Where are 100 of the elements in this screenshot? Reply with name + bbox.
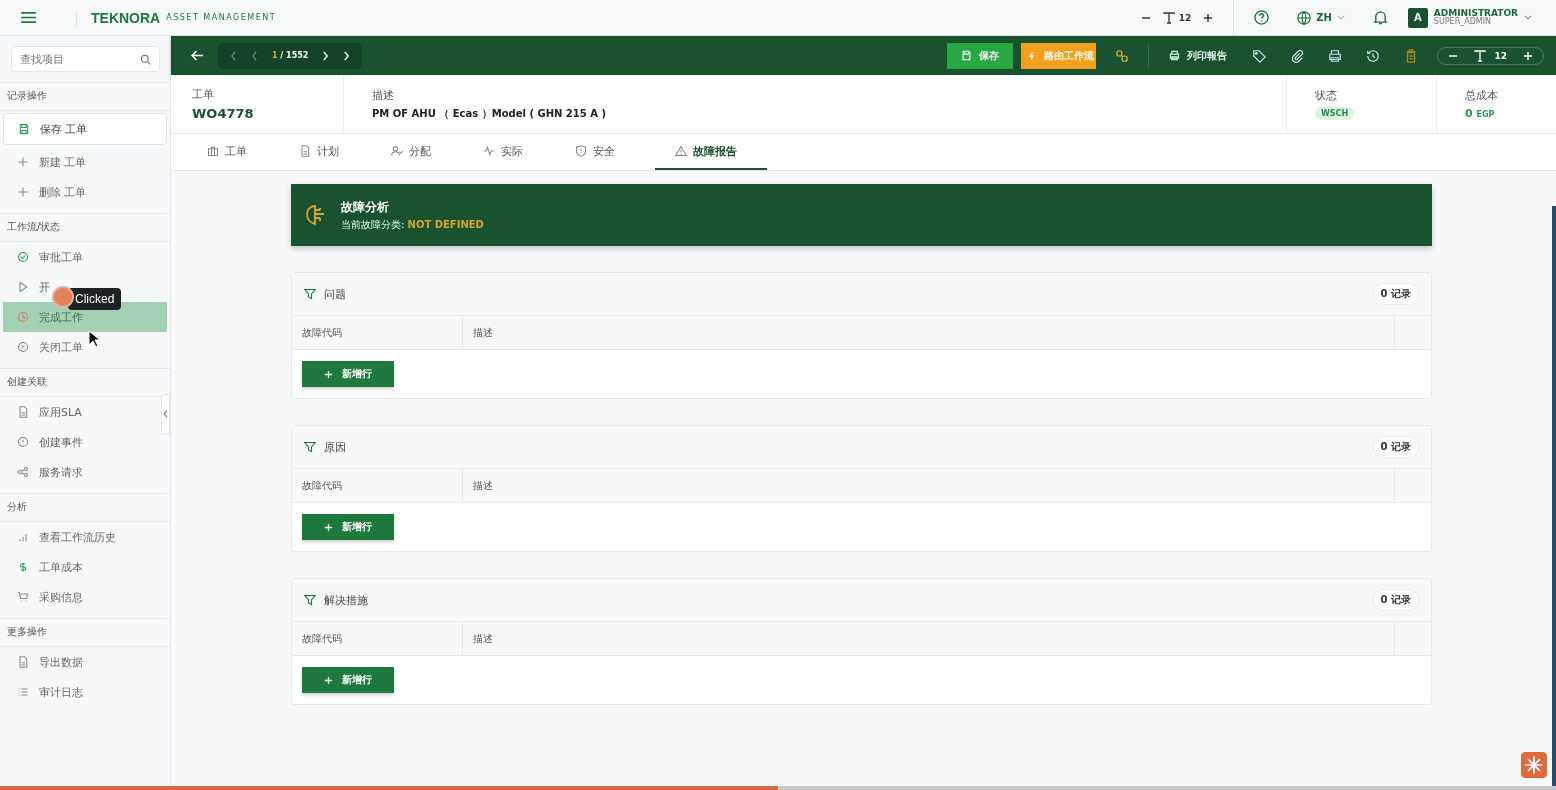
- sidebar-item[interactable]: 关闭工单: [17, 332, 83, 362]
- field-value: 0 EGP: [1465, 107, 1496, 120]
- sidebar-item[interactable]: 新建 工单: [17, 147, 87, 177]
- print-report-button[interactable]: 列印報告: [1163, 42, 1234, 69]
- plus-icon: [324, 369, 333, 379]
- section-title: 原因: [324, 439, 346, 455]
- add-row-button[interactable]: 新增行: [302, 667, 394, 693]
- field-label: 描述: [372, 87, 395, 103]
- sidebar-item[interactable]: 查看工作流历史: [17, 522, 116, 552]
- bell-icon[interactable]: [1372, 10, 1388, 25]
- user-name: ADMINISTRATOR: [1433, 9, 1518, 17]
- banner-title: 故障分析: [341, 198, 390, 216]
- scrollbar[interactable]: [1552, 206, 1556, 786]
- warning-icon: [675, 145, 687, 157]
- sidebar-item[interactable]: 应用SLA: [17, 397, 82, 427]
- record-count-badge: 0 记录: [1372, 436, 1419, 458]
- search-field[interactable]: 查找项目: [11, 46, 160, 72]
- sidebar-item[interactable]: 服务请求: [17, 457, 83, 487]
- asterisk-icon[interactable]: [1521, 752, 1547, 778]
- plus-icon: [324, 675, 333, 685]
- tab[interactable]: 故障报告: [655, 134, 767, 170]
- text-size-icon: [1162, 11, 1175, 24]
- sidebar-item[interactable]: 导出数据: [17, 647, 83, 677]
- column-header: 描述: [463, 316, 1395, 349]
- check-circle-icon: [17, 251, 29, 263]
- link-icon[interactable]: [1115, 48, 1130, 63]
- sidebar-item[interactable]: 创建事件: [17, 427, 83, 457]
- section-title: 记录操作: [0, 82, 170, 111]
- column-header: 故障代码: [292, 316, 463, 349]
- history-icon[interactable]: [1366, 48, 1381, 63]
- sidebar-item[interactable]: 工单成本: [17, 552, 83, 582]
- field-value: PM OF AHU （ Ecas ）Model ( GHN 215 A ): [372, 106, 607, 121]
- tab[interactable]: 安全: [563, 134, 655, 170]
- chevron-down-icon: [1336, 15, 1345, 20]
- document-icon: [17, 656, 29, 668]
- share-icon: [17, 466, 29, 478]
- pulse-icon: [483, 145, 495, 157]
- briefcase-icon: [207, 145, 219, 157]
- save-button[interactable]: 保存: [947, 42, 1014, 69]
- add-row-button[interactable]: 新增行: [302, 514, 394, 540]
- logo[interactable]: TEKNORA: [76, 9, 161, 26]
- text-size-icon: [1474, 49, 1487, 62]
- sidebar-item[interactable]: 开: [17, 272, 50, 302]
- save-icon: [961, 50, 973, 61]
- add-row-button[interactable]: 新增行: [302, 361, 394, 387]
- play-icon: [17, 281, 29, 293]
- filter-icon: [304, 441, 316, 453]
- clock-icon: [17, 311, 29, 323]
- sidebar-item[interactable]: 删除 工单: [17, 177, 87, 207]
- tab[interactable]: 工单: [195, 134, 287, 170]
- section-title: 解决措施: [324, 592, 368, 608]
- sidebar-item[interactable]: 保存 工单: [3, 113, 167, 145]
- field-label: 状态: [1315, 88, 1338, 103]
- filter-icon: [304, 594, 316, 606]
- tag-icon[interactable]: [1252, 48, 1267, 63]
- sidebar-item[interactable]: 审计日志: [17, 677, 83, 707]
- column-header: 故障代码: [292, 469, 463, 502]
- document-icon: [299, 145, 311, 157]
- help-icon[interactable]: [1254, 10, 1270, 25]
- tab[interactable]: 实际: [471, 134, 563, 170]
- save-icon: [18, 123, 30, 135]
- plus-icon: [17, 186, 29, 198]
- document-icon: [17, 406, 29, 418]
- field-value: WO4778: [192, 106, 255, 121]
- previous-page-icon[interactable]: [251, 50, 258, 61]
- sidebar-item[interactable]: 完成工作: [3, 302, 167, 332]
- dollar-icon: [17, 561, 29, 573]
- first-page-icon[interactable]: [230, 50, 237, 61]
- font-size-value: 12: [1178, 12, 1192, 23]
- logo-subtitle: ASSET MANAGEMENT: [166, 13, 277, 22]
- back-arrow-icon[interactable]: [191, 50, 204, 61]
- printer-icon[interactable]: [1328, 48, 1343, 63]
- record-count-badge: 0 记录: [1372, 283, 1419, 305]
- shield-icon: [575, 145, 587, 157]
- last-page-icon[interactable]: [343, 50, 351, 61]
- chevron-down-icon: [1524, 15, 1532, 20]
- page-indicator: 1 / 1552: [272, 51, 309, 60]
- sidebar-item[interactable]: 审批工单: [17, 242, 83, 272]
- column-header: 故障代码: [292, 622, 463, 655]
- next-page-icon[interactable]: [322, 50, 330, 61]
- menu-icon[interactable]: [21, 12, 36, 23]
- record-count-badge: 0 记录: [1372, 589, 1419, 611]
- tab[interactable]: 计划: [287, 134, 379, 170]
- tooltip: Clicked: [68, 288, 122, 310]
- user-icon: [391, 145, 403, 157]
- user-menu[interactable]: A ADMINISTRATOR SUPER_ADMIN: [1407, 7, 1532, 28]
- tab[interactable]: 分配: [379, 134, 471, 170]
- increase-font-icon[interactable]: [1203, 12, 1214, 23]
- section-title: 创建关联: [0, 368, 170, 397]
- banner-subtitle: 当前故障分类: NOT DEFINED: [341, 217, 484, 232]
- paperclip-icon[interactable]: [1290, 48, 1305, 63]
- language-selector[interactable]: ZH: [1297, 10, 1345, 25]
- x-circle-icon: [17, 341, 29, 353]
- font-size-value: 12: [1494, 50, 1507, 61]
- globe-icon: [1297, 10, 1312, 25]
- plus-icon: [17, 156, 29, 168]
- sidebar-item[interactable]: 采购信息: [17, 582, 83, 612]
- section-title: 问题: [324, 286, 346, 302]
- avatar: A: [1407, 7, 1428, 28]
- brain-icon: [303, 203, 327, 227]
